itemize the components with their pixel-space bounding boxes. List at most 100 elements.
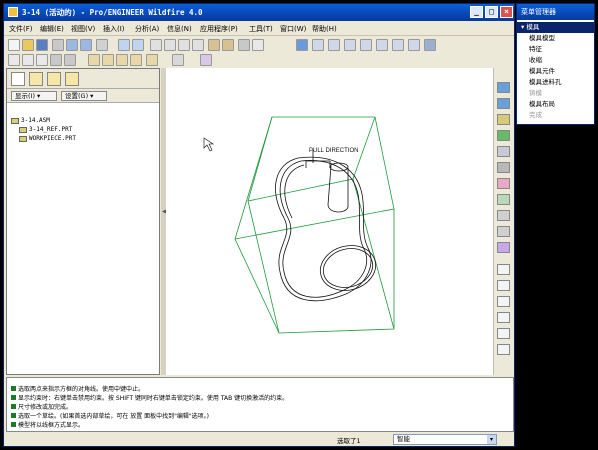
- minimize-button[interactable]: _: [470, 6, 483, 18]
- navigator-tabs: [7, 69, 159, 89]
- menu-view[interactable]: 视图(V): [71, 24, 95, 34]
- cast-icon[interactable]: [497, 210, 510, 221]
- point-tool-icon[interactable]: [497, 328, 510, 339]
- close-button[interactable]: ×: [500, 6, 513, 18]
- sketch-icon[interactable]: [172, 54, 184, 66]
- annotations-icon[interactable]: [146, 54, 158, 66]
- parting-surface-icon[interactable]: [497, 146, 510, 157]
- find-icon[interactable]: [238, 39, 250, 51]
- sketch-tool-icon[interactable]: [497, 264, 510, 275]
- save-icon[interactable]: [36, 39, 48, 51]
- mold-open-icon[interactable]: [497, 226, 510, 237]
- layers-icon[interactable]: [424, 39, 436, 51]
- folder-browser-tab-icon[interactable]: [29, 72, 43, 86]
- new-icon[interactable]: [8, 39, 20, 51]
- saved-views-icon[interactable]: [408, 39, 420, 51]
- wireframe-icon[interactable]: [8, 54, 20, 66]
- history-tab-icon[interactable]: [65, 72, 79, 86]
- pull-direction-icon[interactable]: [497, 98, 510, 109]
- mm-item-mold-model[interactable]: 模具模型: [517, 33, 594, 44]
- plane-tool-icon[interactable]: [497, 280, 510, 291]
- part-icon: [19, 135, 27, 142]
- mouse-cursor-icon: [203, 137, 214, 152]
- zoom-in-icon[interactable]: [344, 39, 356, 51]
- workpiece-icon[interactable]: [497, 130, 510, 141]
- shading-icon[interactable]: [50, 54, 62, 66]
- selection-filter-select[interactable]: 智能 ▾: [393, 434, 497, 445]
- repaint-icon[interactable]: [296, 39, 308, 51]
- mm-item-layout[interactable]: 模具布局: [517, 99, 594, 110]
- menu-help[interactable]: 帮助(H): [312, 24, 337, 34]
- regen-model-icon[interactable]: [208, 39, 220, 51]
- menu-manager-panel: 菜单管理器 ▾ 模具 模具模型 特征 收缩 模具元件 模具进料孔 铸模 模具布局…: [516, 3, 595, 125]
- mold-component-icon[interactable]: [497, 178, 510, 189]
- enhanced-shading-icon[interactable]: [64, 54, 76, 66]
- maximize-button[interactable]: □: [485, 6, 498, 18]
- copy-icon[interactable]: [164, 39, 176, 51]
- datum-planes-icon[interactable]: [88, 54, 100, 66]
- title-bar: 3-14 (活动的) - Pro/ENGINEER Wildfire 4.0 _…: [4, 4, 514, 21]
- context-help-icon[interactable]: [200, 54, 212, 66]
- runner-icon[interactable]: [497, 194, 510, 205]
- show-dropdown[interactable]: 显示(I) ▾: [11, 91, 57, 101]
- coord-systems-icon[interactable]: [130, 54, 142, 66]
- layout-icon[interactable]: [497, 242, 510, 253]
- hidden-line-icon[interactable]: [22, 54, 34, 66]
- regen-manager-icon[interactable]: [222, 39, 234, 51]
- graphics-window[interactable]: PULL DIRECTION: [166, 68, 493, 375]
- chevron-down-icon[interactable]: ▾: [487, 435, 496, 444]
- mm-item-runner[interactable]: 模具进料孔: [517, 77, 594, 88]
- menu-info[interactable]: 信息(N): [167, 24, 192, 34]
- menu-tools[interactable]: 工具(T): [249, 24, 273, 34]
- axis-tool-icon[interactable]: [497, 296, 510, 307]
- menu-file[interactable]: 文件(F): [9, 24, 33, 34]
- settings-dropdown[interactable]: 设置(G) ▾: [61, 91, 107, 101]
- message-line: 显示约束时：右键单击禁用约束。按 SHIFT 键同时右键单击锁定约束。使用 TA…: [11, 393, 288, 402]
- open-icon[interactable]: [22, 39, 34, 51]
- orient-mode-icon[interactable]: [312, 39, 324, 51]
- mm-item-mold-component[interactable]: 模具元件: [517, 66, 594, 77]
- tree-item-asm[interactable]: 3-14.ASM: [11, 117, 50, 124]
- tree-item-workpiece[interactable]: WORKPIECE.PRT: [19, 135, 76, 142]
- zoom-out-icon[interactable]: [360, 39, 372, 51]
- message-text: 选取两点来指示方框的对角线。使用中键中止。: [18, 386, 145, 393]
- menu-manager-header[interactable]: ▾ 模具: [517, 22, 594, 33]
- paste-icon[interactable]: [178, 39, 190, 51]
- print-icon[interactable]: [52, 39, 64, 51]
- datum-points-icon[interactable]: [116, 54, 128, 66]
- message-area: 选取两点来指示方框的对角线。使用中键中止。 显示约束时：右键单击禁用约束。按 S…: [6, 377, 514, 432]
- message-text: 模型将以线框方式显示。: [18, 422, 85, 429]
- model-tree-tab-icon[interactable]: [11, 72, 25, 86]
- mm-item-feature[interactable]: 特征: [517, 44, 594, 55]
- mm-item-shrinkage[interactable]: 收缩: [517, 55, 594, 66]
- select-box-icon[interactable]: [252, 39, 264, 51]
- menu-applications[interactable]: 应用程序(P): [200, 24, 238, 34]
- redo-icon[interactable]: [132, 39, 144, 51]
- menu-analysis[interactable]: 分析(A): [135, 24, 159, 34]
- regenerate-icon[interactable]: [96, 39, 108, 51]
- reorient-icon[interactable]: [392, 39, 404, 51]
- coord-sys-tool-icon[interactable]: [497, 344, 510, 355]
- menu-window[interactable]: 窗口(W): [280, 24, 306, 34]
- message-icon: [11, 395, 16, 400]
- menu-insert[interactable]: 插入(I): [103, 24, 125, 34]
- paste-special-icon[interactable]: [192, 39, 204, 51]
- tree-item-ref-prt[interactable]: 3-14_REF.PRT: [19, 126, 72, 133]
- refit-icon[interactable]: [376, 39, 388, 51]
- spin-center-icon[interactable]: [328, 39, 340, 51]
- favorites-tab-icon[interactable]: [47, 72, 61, 86]
- tree-item-label: 3-14_REF.PRT: [29, 126, 73, 133]
- mold-model-icon[interactable]: [497, 82, 510, 93]
- datum-axes-icon[interactable]: [102, 54, 114, 66]
- undo-icon[interactable]: [118, 39, 130, 51]
- curve-tool-icon[interactable]: [497, 312, 510, 323]
- volume-icon[interactable]: [497, 162, 510, 173]
- cut-icon[interactable]: [150, 39, 162, 51]
- proe-window: 3-14 (活动的) - Pro/ENGINEER Wildfire 4.0 _…: [3, 3, 515, 447]
- shrinkage-icon[interactable]: [497, 114, 510, 125]
- menu-edit[interactable]: 编辑(E): [40, 24, 64, 34]
- email-link-icon[interactable]: [80, 39, 92, 51]
- email-icon[interactable]: [66, 39, 78, 51]
- message-icon: [11, 386, 16, 391]
- no-hidden-icon[interactable]: [36, 54, 48, 66]
